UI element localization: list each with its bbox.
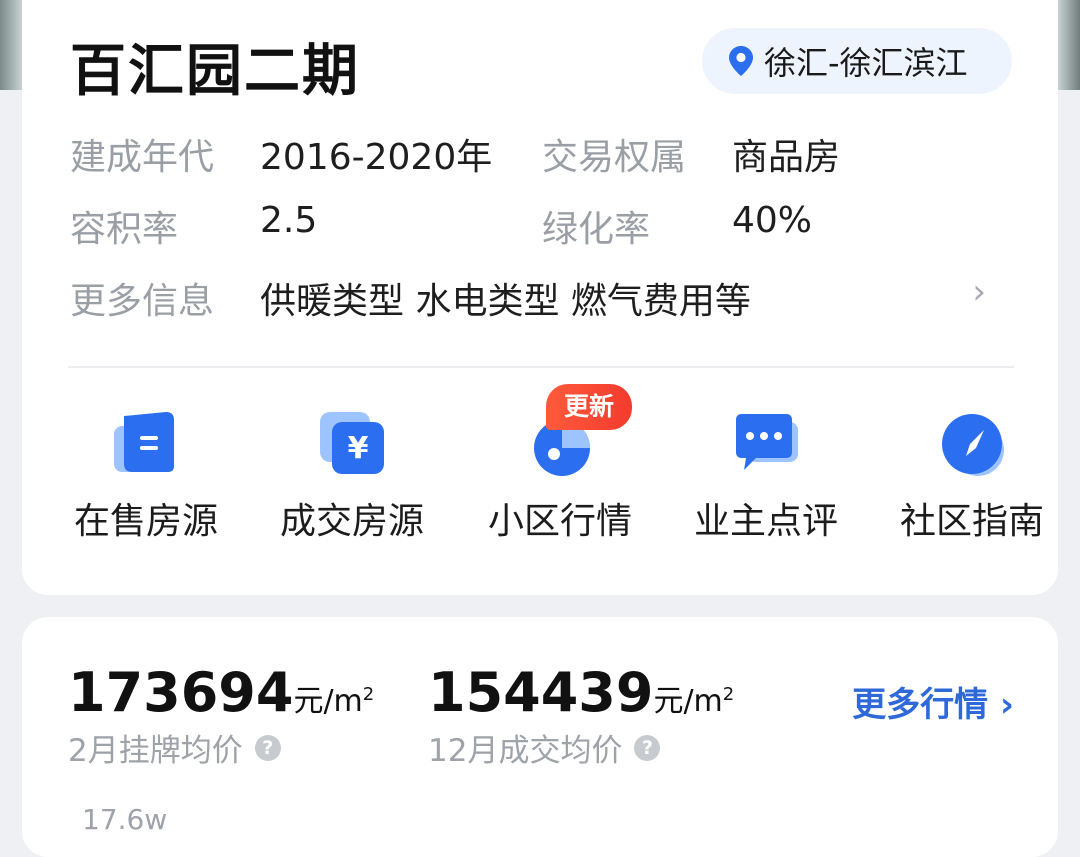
chevron-right-icon: › — [988, 685, 1014, 725]
info-row-build: 建成年代 2016-2020年 交易权属 商品房 — [70, 128, 1030, 178]
info-value: 2016-2020年 — [260, 137, 493, 178]
compass-icon — [936, 408, 1008, 480]
chat-icon — [730, 408, 802, 480]
info-value: 供暖类型 水电类型 燃气费用等 — [260, 281, 751, 322]
price-unit: 元/m2 — [293, 684, 375, 719]
feature-label: 成交房源 — [279, 501, 424, 542]
feature-reviews[interactable]: 业主点评 — [676, 404, 856, 544]
chart-axis-label: 17.6w — [82, 803, 168, 836]
deal-price-label: 12月成交均价 ? — [428, 725, 661, 770]
more-info-row[interactable]: 更多信息 供暖类型 水电类型 燃气费用等 › — [70, 272, 1030, 322]
yuan-icon: ¥ — [316, 408, 388, 480]
location-text: 徐汇-徐汇滨江 — [764, 44, 968, 82]
listing-icon — [110, 408, 182, 480]
community-info-card: 百汇园二期 徐汇-徐汇滨江 建成年代 2016-2020年 交易权属 商品房 容… — [22, 0, 1058, 595]
info-label: 建成年代 — [70, 137, 215, 178]
feature-sold[interactable]: ¥ 成交房源 — [262, 404, 442, 544]
price-unit: 元/m2 — [653, 684, 735, 719]
community-title: 百汇园二期 — [70, 39, 360, 104]
feature-label: 小区行情 — [487, 501, 632, 542]
listing-price-label: 2月挂牌均价 ? — [68, 725, 281, 770]
feature-for-sale[interactable]: 在售房源 — [56, 404, 236, 544]
info-row-ratio: 容积率 2.5 绿化率 40% — [70, 200, 1030, 250]
chevron-right-icon: › — [972, 272, 986, 312]
info-label: 交易权属 — [542, 137, 687, 178]
map-pin-icon — [729, 46, 753, 76]
info-label: 绿化率 — [542, 209, 651, 250]
divider — [68, 366, 1014, 368]
feature-guide[interactable]: 社区指南 — [882, 404, 1062, 544]
background-image-left — [0, 0, 22, 90]
info-value: 商品房 — [732, 137, 841, 178]
deal-price: 154439元/m2 — [428, 661, 734, 724]
help-icon[interactable]: ? — [634, 734, 661, 761]
feature-label: 在售房源 — [73, 501, 218, 542]
help-icon[interactable]: ? — [254, 734, 281, 761]
info-value: 2.5 — [260, 200, 318, 241]
listing-price: 173694元/m2 — [68, 661, 374, 724]
location-pill[interactable]: 徐汇-徐汇滨江 — [702, 28, 1012, 94]
more-market-link[interactable]: 更多行情 › — [852, 677, 1014, 726]
feature-label: 业主点评 — [693, 501, 838, 542]
info-label: 容积率 — [70, 209, 179, 250]
deal-price-value: 154439 — [428, 661, 654, 724]
feature-label: 社区指南 — [899, 501, 1044, 542]
info-value: 40% — [732, 200, 813, 241]
svg-text:¥: ¥ — [348, 431, 369, 466]
info-label: 更多信息 — [70, 281, 215, 322]
listing-price-value: 173694 — [68, 661, 294, 724]
update-badge: 更新 — [546, 384, 632, 430]
background-image-right — [1058, 0, 1080, 90]
price-card: 173694元/m2 2月挂牌均价 ? 154439元/m2 12月成交均价 ?… — [22, 617, 1058, 857]
